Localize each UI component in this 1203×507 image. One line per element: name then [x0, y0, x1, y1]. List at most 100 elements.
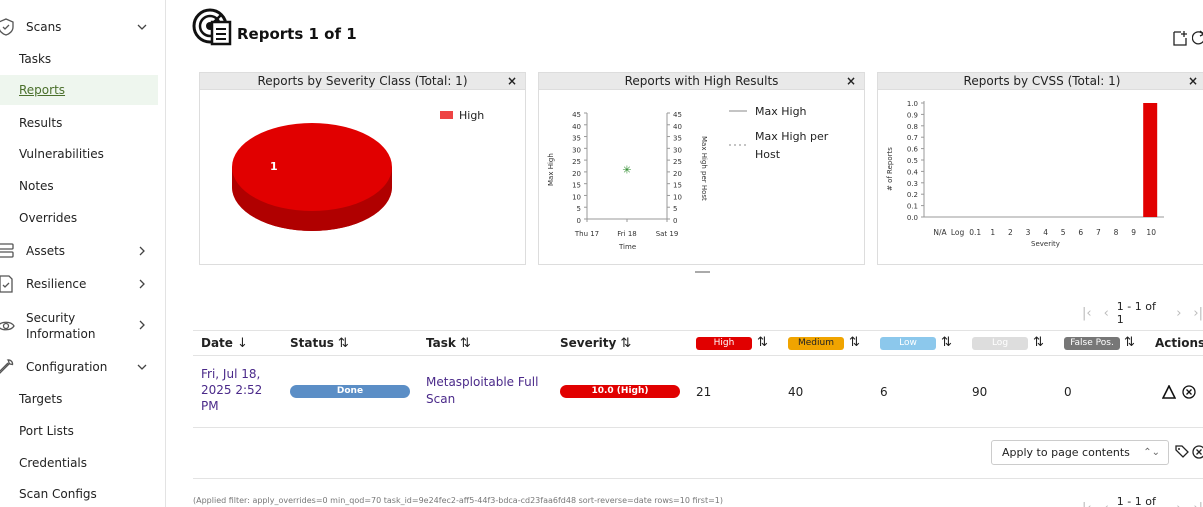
task-line: Scan	[426, 392, 456, 406]
eye-icon	[0, 321, 15, 331]
column-header-task[interactable]: Task ⇅	[426, 336, 471, 351]
sidebar-item-results[interactable]: Results	[0, 108, 158, 138]
sidebar-item-credentials[interactable]: Credentials	[0, 448, 158, 478]
x-tick-label: N/A	[933, 228, 947, 237]
y-tick-label-left: 10	[572, 193, 581, 201]
x-tick-label: 8	[1114, 228, 1119, 237]
last-page-icon[interactable]: ›|	[1193, 501, 1203, 507]
bar-chart: 0.0 0.1 0.2 0.3 0.4 0.5 0.6 0.7 0.8 0.9 1.0 N/A Log…	[886, 100, 1164, 248]
first-page-icon[interactable]: |‹	[1082, 501, 1092, 507]
column-header-date[interactable]: Date ↓	[201, 336, 248, 351]
bar[interactable]	[1143, 103, 1158, 217]
y-tick-label-right: 25	[673, 158, 682, 166]
footer-divider	[193, 478, 1203, 479]
badge-medium[interactable]: Medium	[788, 337, 844, 350]
sidebar-item-vulnerabilities[interactable]: Vulnerabilities	[0, 139, 158, 169]
next-page-icon[interactable]: ›	[1176, 501, 1181, 507]
sidebar-item-label: Overrides	[19, 211, 78, 225]
next-page-icon[interactable]: ›	[1176, 306, 1181, 321]
y-ticks: 0.0 0.1 0.2 0.3 0.4 0.5 0.6 0.7 0.8 0.9 1.0	[907, 100, 924, 222]
sort-desc-icon[interactable]: ↓	[237, 336, 248, 351]
table-row: Fri, Jul 18, 2025 2:52 PM Done Metasploi…	[193, 357, 1203, 428]
first-page-icon[interactable]: |‹	[1082, 306, 1092, 321]
sort-icon[interactable]: ⇅	[757, 335, 768, 350]
sidebar-item-notes[interactable]: Notes	[0, 171, 158, 201]
close-icon[interactable]: ×	[846, 73, 856, 90]
sort-icon[interactable]: ⇅	[620, 336, 631, 351]
sidebar-item-tasks[interactable]: Tasks	[0, 44, 158, 74]
sort-icon[interactable]: ⇅	[941, 335, 952, 350]
badge-false-pos[interactable]: False Pos.	[1064, 337, 1120, 350]
sidebar-item-scan-configs[interactable]: Scan Configs	[0, 479, 158, 507]
delete-page-icon[interactable]	[1192, 445, 1203, 459]
sidebar-item-label: Credentials	[19, 456, 88, 470]
sidebar-group-security-information[interactable]: Security Information	[0, 310, 158, 342]
sidebar-group-resilience[interactable]: Resilience	[0, 275, 158, 293]
y-tick-label-left: 15	[572, 182, 581, 190]
y-tick-label-right: 5	[673, 205, 677, 213]
badge-low[interactable]: Low	[880, 337, 936, 350]
sort-icon[interactable]: ⇅	[338, 336, 349, 351]
chart-cvss: Reports by CVSS (Total: 1) × 0.0 0.1 0.2 0.…	[877, 72, 1203, 265]
pie-slice-label: 1	[270, 160, 278, 173]
dashboard-resize-handle[interactable]	[695, 271, 710, 273]
wrench-icon	[0, 359, 14, 374]
task-link[interactable]: Metasploitable Full Scan	[426, 375, 538, 406]
sidebar-item-targets[interactable]: Targets	[0, 384, 158, 414]
sort-icon[interactable]: ⇅	[849, 335, 860, 350]
close-icon[interactable]: ×	[1188, 73, 1198, 90]
page-title: Reports 1 of 1	[237, 25, 357, 43]
chevron-right-icon[interactable]	[136, 245, 148, 257]
sort-icon[interactable]: ⇅	[460, 336, 471, 351]
chevron-right-icon[interactable]	[136, 319, 148, 331]
chart-title: Reports with High Results	[624, 74, 779, 88]
sidebar: Scans Tasks Reports Results Vulnerabilit…	[0, 0, 166, 507]
y-axis-label: # of Reports	[886, 147, 894, 191]
document-check-icon	[0, 275, 13, 293]
sidebar-item-label: Notes	[19, 179, 54, 193]
y-tick-label-right: 20	[673, 170, 682, 178]
pie-slice-high[interactable]	[232, 123, 392, 211]
sidebar-group-configuration[interactable]: Configuration	[0, 358, 158, 376]
sidebar-item-overrides[interactable]: Overrides	[0, 203, 158, 233]
chevron-down-icon[interactable]	[136, 21, 148, 33]
sort-icon[interactable]: ⇅	[1033, 335, 1044, 350]
badge-high[interactable]: High	[696, 337, 752, 350]
legend-swatch-high	[440, 111, 453, 119]
delta-report-icon[interactable]	[1162, 385, 1176, 399]
column-header-severity[interactable]: Severity ⇅	[560, 336, 631, 351]
x-tick-label: 2	[1008, 228, 1013, 237]
sort-icon[interactable]: ⇅	[1124, 335, 1135, 350]
apply-to-select[interactable]: Apply to page contents ⌃⌄	[991, 440, 1169, 465]
y-tick-label-right: 0	[673, 217, 677, 225]
y-tick-label: 0.9	[907, 111, 918, 119]
previous-page-icon[interactable]: ‹	[1104, 501, 1109, 507]
column-header-actions: Actions	[1155, 336, 1203, 350]
column-header-status[interactable]: Status ⇅	[290, 336, 349, 351]
close-icon[interactable]: ×	[507, 73, 517, 90]
badge-log[interactable]: Log	[972, 337, 1028, 350]
sidebar-item-reports[interactable]: Reports	[0, 75, 158, 105]
last-page-icon[interactable]: ›|	[1193, 306, 1203, 321]
reset-icon[interactable]	[1192, 30, 1203, 46]
y-tick-label: 0.0	[907, 214, 918, 222]
sidebar-group-scans[interactable]: Scans	[0, 18, 158, 36]
report-date-link[interactable]: Fri, Jul 18, 2025 2:52 PM	[201, 367, 262, 413]
y-tick-label-left: 35	[572, 135, 581, 143]
delete-icon[interactable]	[1182, 385, 1196, 399]
previous-page-icon[interactable]: ‹	[1104, 306, 1109, 321]
new-dashboard-icon[interactable]	[1172, 30, 1188, 46]
y-tick-label: 0.2	[907, 191, 918, 199]
pagination-top: |‹ ‹ 1 - 1 of 1 › ›|	[1082, 300, 1203, 326]
chart-title: Reports by CVSS (Total: 1)	[963, 74, 1121, 88]
x-tick-label: 7	[1096, 228, 1101, 237]
sidebar-group-label: Configuration	[26, 360, 108, 374]
sidebar-item-port-lists[interactable]: Port Lists	[0, 416, 158, 446]
data-point[interactable]: ✳	[622, 164, 631, 177]
chevron-right-icon[interactable]	[136, 278, 148, 290]
column-label: Date	[201, 336, 233, 350]
tags-icon[interactable]	[1174, 444, 1190, 460]
applied-filter-text: (Applied filter: apply_overrides=0 min_q…	[193, 496, 723, 505]
chevron-down-icon[interactable]	[136, 361, 148, 373]
sidebar-group-assets[interactable]: Assets	[0, 242, 158, 260]
